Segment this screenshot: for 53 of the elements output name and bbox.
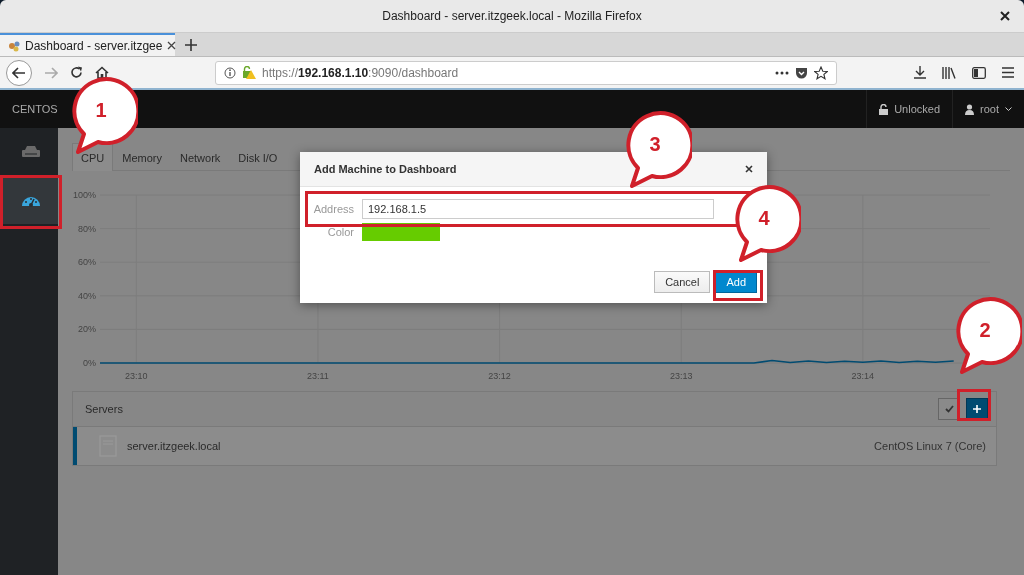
lock-warning-icon [242, 66, 256, 79]
field-label: Color [326, 226, 354, 238]
highlight-frame [957, 389, 991, 421]
user-icon [965, 103, 975, 115]
browser-tab[interactable]: Dashboard - server.itzgee [0, 33, 175, 56]
check-icon [944, 405, 954, 413]
star-icon[interactable] [814, 65, 828, 80]
x-axis-label: 23:11 [307, 371, 329, 381]
back-arrow-icon [12, 66, 26, 79]
reload-icon[interactable] [70, 66, 83, 79]
hosts-icon [20, 145, 41, 159]
pocket-icon[interactable] [795, 66, 808, 79]
highlight-frame [713, 270, 763, 301]
info-icon [224, 66, 236, 79]
url-field[interactable]: https://192.168.1.10:9090/dashboard [215, 60, 837, 85]
tab[interactable]: Network [170, 143, 230, 171]
library-icon[interactable] [942, 66, 956, 79]
close-icon[interactable] [167, 41, 177, 50]
y-axis-label: 20% [78, 324, 96, 335]
padlock-icon [879, 103, 889, 115]
y-axis-label: 60% [78, 257, 96, 268]
caret-icon [1005, 106, 1012, 112]
tab[interactable]: Memory [113, 143, 171, 171]
edit-button[interactable] [938, 398, 960, 420]
y-axis-label: 100% [72, 190, 96, 200]
brand-label: CENTOS [11, 103, 58, 115]
more-icon[interactable] [775, 70, 789, 75]
home-icon[interactable] [95, 66, 109, 79]
x-axis-label: 23:13 [669, 371, 693, 381]
sidebar-icon[interactable] [972, 66, 986, 79]
add-server-button[interactable] [966, 398, 988, 420]
y-axis-label: 40% [78, 290, 96, 301]
menu-icon[interactable] [1002, 67, 1014, 78]
x-axis-label: 23:14 [851, 371, 875, 381]
server-os: CentOS Linux 7 (Core) [874, 440, 986, 452]
server-name[interactable]: server.itzgeek.local [127, 440, 865, 452]
back-button[interactable] [6, 59, 32, 86]
window-title: Dashboard - server.itzgeek.local - Mozilla Firefox [382, 9, 642, 23]
address-field[interactable]: 192.168.1.5 [362, 199, 714, 219]
download-icon[interactable] [914, 66, 926, 79]
x-axis-label: 23:12 [488, 371, 511, 381]
cancel-button[interactable]: Cancel [654, 271, 711, 293]
highlight-frame [0, 175, 62, 229]
dialog-title: Add Machine to Dashboard [314, 163, 457, 175]
panel-title: Servers [85, 403, 124, 415]
tab[interactable]: Disk I/O [229, 143, 287, 171]
close-icon[interactable] [745, 165, 753, 173]
new-tab-icon[interactable] [185, 38, 197, 51]
close-icon[interactable] [1000, 11, 1010, 21]
x-axis-label: 23:10 [125, 371, 148, 381]
favicon-icon [8, 39, 20, 52]
field-label: Address [312, 203, 354, 215]
plus-icon [973, 405, 981, 413]
